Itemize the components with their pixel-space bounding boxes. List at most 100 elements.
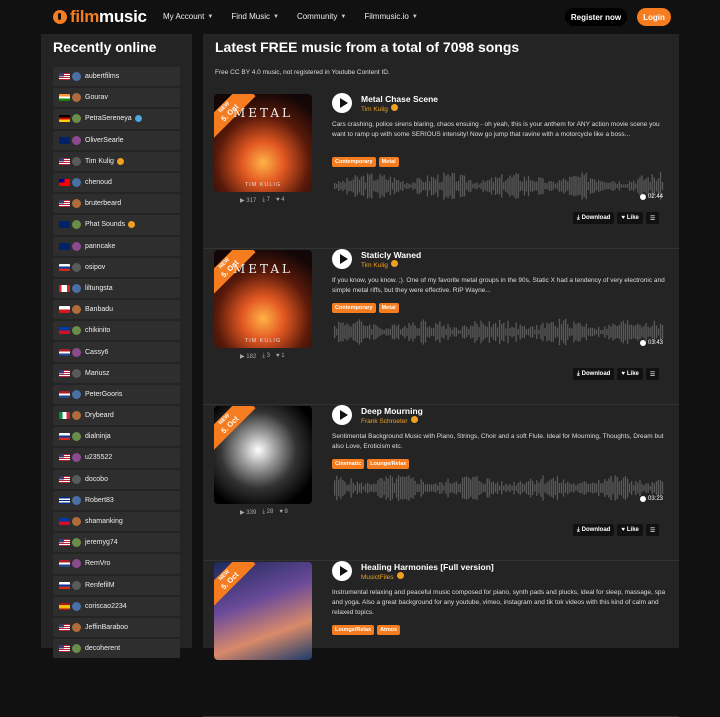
user-name: dialninja bbox=[85, 433, 111, 441]
online-user-item[interactable]: dialninja bbox=[53, 427, 180, 447]
country-flag-icon bbox=[59, 496, 70, 504]
like-button[interactable]: ♥ Like bbox=[617, 368, 643, 380]
online-user-item[interactable]: OliverSearle bbox=[53, 130, 180, 150]
genre-tag[interactable]: Metal bbox=[378, 157, 399, 167]
online-user-item[interactable]: liltungsta bbox=[53, 278, 180, 299]
avatar bbox=[72, 283, 81, 293]
login-button[interactable]: Login bbox=[637, 8, 671, 26]
online-user-item[interactable]: chenoud bbox=[53, 172, 180, 193]
online-user-item[interactable]: PeterGooris bbox=[53, 384, 180, 404]
track-title[interactable]: Staticly Waned bbox=[361, 250, 421, 260]
play-button[interactable] bbox=[332, 561, 352, 581]
country-flag-icon bbox=[59, 645, 70, 653]
logo-text-film: film bbox=[70, 7, 100, 26]
online-user-item[interactable]: decoherent bbox=[53, 639, 180, 659]
track-artist[interactable]: Tim Kulig bbox=[361, 104, 398, 113]
online-user-item[interactable]: docobo bbox=[53, 469, 180, 489]
waveform[interactable] bbox=[334, 317, 664, 347]
online-user-item[interactable]: u235522 bbox=[53, 448, 180, 468]
avatar bbox=[72, 559, 81, 569]
latest-music-panel: Latest FREE music from a total of 7098 s… bbox=[203, 34, 679, 717]
more-options-button[interactable]: ☰ bbox=[645, 212, 660, 224]
country-flag-icon bbox=[59, 412, 70, 420]
register-button[interactable]: Register now bbox=[565, 8, 627, 26]
ribbon-date: 5. Oct bbox=[219, 570, 241, 592]
genre-tag[interactable]: Cinematic bbox=[332, 459, 365, 469]
nav-my-account[interactable]: My Account ▼ bbox=[163, 12, 213, 21]
track-artist[interactable]: Frank Schroeter bbox=[361, 416, 418, 425]
online-user-item[interactable]: Robert83 bbox=[53, 490, 180, 510]
online-user-item[interactable]: PetraSereneya bbox=[53, 109, 180, 129]
avatar bbox=[72, 601, 81, 611]
online-user-item[interactable]: chikinito bbox=[53, 321, 180, 341]
user-name: RemVro bbox=[85, 560, 111, 568]
avatar bbox=[72, 580, 81, 590]
online-user-item[interactable]: Banbadu bbox=[53, 300, 180, 320]
like-count: ♥ 1 bbox=[275, 353, 285, 359]
track-cover-image[interactable]: NEW 5. Oct bbox=[214, 406, 312, 504]
download-button[interactable]: ⤓ Download bbox=[573, 212, 615, 224]
waveform[interactable] bbox=[334, 171, 664, 201]
online-user-item[interactable]: shamanking bbox=[53, 511, 180, 532]
genre-tag[interactable]: Contemporary bbox=[332, 157, 376, 167]
online-user-item[interactable]: RemVro bbox=[53, 554, 180, 574]
clock-icon bbox=[640, 496, 646, 502]
avatar bbox=[72, 72, 81, 82]
play-button[interactable] bbox=[332, 405, 352, 425]
online-user-item[interactable]: Mariusz bbox=[53, 363, 180, 383]
like-button[interactable]: ♥ Like bbox=[617, 212, 643, 224]
genre-tag[interactable]: Lounge/Relax bbox=[332, 625, 375, 635]
track-stats: ▶ 317 ⤓ 7 ♥ 4 bbox=[240, 197, 285, 204]
genre-tag[interactable]: Metal bbox=[378, 303, 399, 313]
download-count: ⤓ 7 bbox=[262, 197, 270, 203]
country-flag-icon bbox=[59, 157, 70, 165]
more-options-button[interactable]: ☰ bbox=[645, 524, 660, 536]
country-flag-icon bbox=[59, 560, 70, 568]
track-cover-image[interactable]: NEW 5. Oct bbox=[214, 562, 312, 660]
genre-tag[interactable]: Lounge/Relax bbox=[367, 459, 410, 469]
online-user-item[interactable]: osipov bbox=[53, 257, 180, 277]
track-title[interactable]: Metal Chase Scene bbox=[361, 94, 438, 104]
nav-label: Find Music bbox=[231, 12, 270, 21]
track-duration: 03:43 bbox=[640, 340, 663, 346]
avatar bbox=[72, 178, 81, 188]
online-user-item[interactable]: JeffinBaraboo bbox=[53, 617, 180, 638]
site-logo[interactable]: film music bbox=[53, 7, 147, 27]
track-cover-image[interactable]: NEW 5. Oct METAL TIM KULIG bbox=[214, 250, 312, 348]
track-title[interactable]: Deep Mourning bbox=[361, 406, 423, 416]
online-user-item[interactable]: aubertfilms bbox=[53, 67, 180, 87]
download-button[interactable]: ⤓ Download bbox=[573, 368, 615, 380]
verified-badge-icon bbox=[390, 104, 398, 111]
genre-tag[interactable]: Atmos bbox=[377, 625, 401, 635]
play-button[interactable] bbox=[332, 93, 352, 113]
track-title[interactable]: Healing Harmonies [Full version] bbox=[361, 562, 494, 572]
track-actions: ⤓ Download ♥ Like ☰ bbox=[573, 368, 660, 380]
download-button[interactable]: ⤓ Download bbox=[573, 524, 615, 536]
country-flag-icon bbox=[59, 369, 70, 377]
play-button[interactable] bbox=[332, 249, 352, 269]
track-artist[interactable]: MusictFiles bbox=[361, 572, 404, 581]
waveform[interactable] bbox=[334, 473, 664, 503]
online-user-item[interactable]: coriscao2234 bbox=[53, 596, 180, 616]
genre-tag[interactable]: Contemporary bbox=[332, 303, 376, 313]
online-user-item[interactable]: Cassy6 bbox=[53, 342, 180, 362]
user-name: aubertfilms bbox=[85, 73, 120, 81]
nav-filmmusic-io[interactable]: Filmmusic.io ▼ bbox=[364, 12, 417, 21]
cover-artist: TIM KULIG bbox=[244, 338, 282, 344]
country-flag-icon bbox=[59, 136, 70, 144]
nav-community[interactable]: Community ▼ bbox=[297, 12, 346, 21]
online-user-item[interactable]: jeremyg74 bbox=[53, 533, 180, 553]
track-cover-image[interactable]: NEW 5. Oct METAL TIM KULIG bbox=[214, 94, 312, 192]
avatar bbox=[72, 114, 81, 124]
like-button[interactable]: ♥ Like bbox=[617, 524, 643, 536]
online-user-item[interactable]: Tim Kulig bbox=[53, 151, 180, 171]
track-artist[interactable]: Tim Kulig bbox=[361, 260, 398, 269]
online-user-item[interactable]: Drybeard bbox=[53, 406, 180, 426]
nav-find-music[interactable]: Find Music ▼ bbox=[231, 12, 279, 21]
online-user-item[interactable]: RenfefilM bbox=[53, 575, 180, 595]
online-user-item[interactable]: panncake bbox=[53, 236, 180, 256]
online-user-item[interactable]: Gourav bbox=[53, 88, 180, 108]
online-user-item[interactable]: Phat Sounds bbox=[53, 215, 180, 235]
more-options-button[interactable]: ☰ bbox=[645, 368, 660, 380]
online-user-item[interactable]: bruterbeard bbox=[53, 194, 180, 214]
